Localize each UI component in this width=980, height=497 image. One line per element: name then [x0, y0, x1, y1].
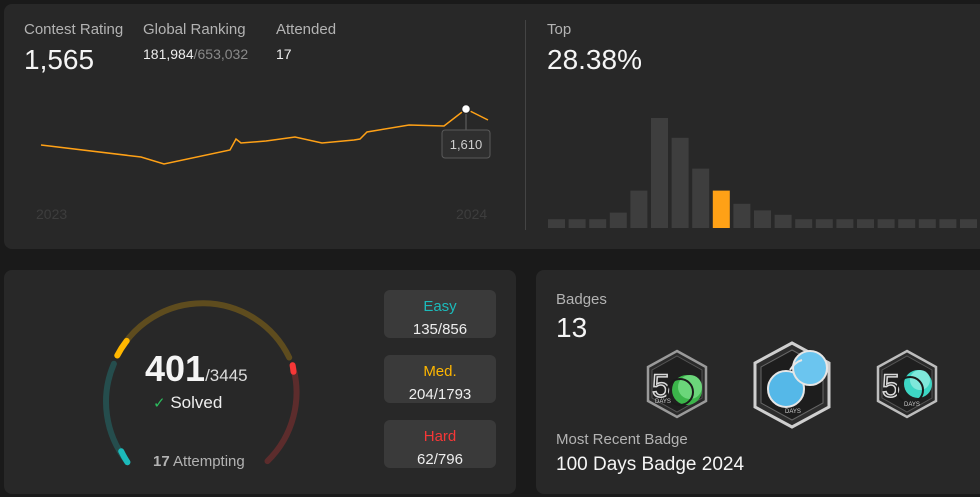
- attempting-count: 17: [153, 453, 170, 470]
- easy-label: Easy: [423, 298, 457, 315]
- rating-line: [40, 108, 489, 165]
- histogram-bar[interactable]: [918, 219, 936, 228]
- rating-line-chart[interactable]: 1,610 2023 2024: [4, 4, 524, 244]
- rating-point-highlight: [460, 103, 472, 115]
- card-divider: [525, 20, 526, 230]
- badges-card: Badges 13 5 DAYS DAYS 5 DAYS Most Recent…: [536, 270, 980, 494]
- contest-rating-card: Contest Rating 1,565 Global Ranking 181,…: [4, 4, 980, 249]
- badges-count: 13: [556, 312, 588, 343]
- tooltip-text: 1,610: [450, 137, 483, 152]
- top-percent-value: 28.38%: [547, 44, 642, 75]
- histogram-bar[interactable]: [836, 219, 854, 228]
- solved-count-group: 401/3445: [145, 348, 248, 390]
- attempting-group: 17 Attempting: [153, 453, 245, 470]
- histogram-bar[interactable]: [651, 118, 668, 228]
- recent-badge-label: Most Recent Badge: [556, 431, 688, 448]
- histogram-bar[interactable]: [609, 212, 627, 228]
- solved-total: /3445: [205, 366, 248, 385]
- histogram-bar[interactable]: [857, 219, 874, 228]
- badges-label: Badges: [556, 291, 607, 308]
- histogram-bar[interactable]: [939, 219, 957, 228]
- easy-fill: [118, 448, 131, 466]
- medium-value: 204/1793: [408, 386, 472, 403]
- recent-badge-name: 100 Days Badge 2024: [556, 454, 745, 475]
- histogram-bar[interactable]: [671, 137, 689, 228]
- badge-3-text: DAYS: [904, 402, 920, 408]
- fifty-days-blue-badge-icon[interactable]: 5 DAYS: [872, 348, 942, 420]
- histogram-bar[interactable]: [548, 219, 565, 228]
- histogram-bar[interactable]: [568, 219, 586, 228]
- hard-label: Hard: [423, 428, 457, 445]
- histogram-bar[interactable]: [589, 219, 607, 228]
- histogram-bar[interactable]: [898, 219, 916, 228]
- histogram-bar[interactable]: [774, 214, 792, 228]
- fifty-days-badge-icon[interactable]: 5 DAYS: [642, 348, 712, 420]
- solved-label-group: ✓ Solved: [153, 393, 222, 413]
- histogram-bar[interactable]: [733, 203, 751, 228]
- year-end-label: 2024: [456, 206, 487, 222]
- easy-value: 135/856: [412, 321, 468, 338]
- easy-stat-chip[interactable]: Easy 135/856: [384, 290, 496, 338]
- badge-2-text: DAYS: [785, 409, 801, 415]
- hard-track: [264, 362, 300, 465]
- year-start-label: 2023: [36, 206, 67, 222]
- attempting-label: Attempting: [173, 453, 245, 470]
- solved-label: Solved: [170, 393, 223, 412]
- easy-track: [103, 360, 131, 466]
- medium-stat-chip[interactable]: Med. 204/1793: [384, 355, 496, 403]
- histogram-bar[interactable]: [877, 219, 895, 228]
- badge-1-text: DAYS: [655, 399, 671, 405]
- histogram-bar[interactable]: [692, 168, 710, 228]
- histogram-bar[interactable]: [815, 219, 833, 228]
- hard-fill: [289, 362, 297, 375]
- histogram-bar-current[interactable]: [712, 190, 730, 228]
- medium-label: Med.: [423, 363, 457, 380]
- hundred-days-badge-icon[interactable]: DAYS: [750, 340, 834, 430]
- hard-stat-chip[interactable]: Hard 62/796: [384, 420, 496, 468]
- histogram-bar[interactable]: [630, 190, 648, 228]
- check-icon: ✓: [153, 395, 166, 412]
- medium-fill: [114, 337, 130, 359]
- solved-count: 401: [145, 348, 206, 389]
- histogram-bar[interactable]: [754, 210, 771, 228]
- solved-problems-card: 401/3445 ✓ Solved 17 Attempting Easy 135…: [4, 270, 516, 494]
- histogram-bar[interactable]: [960, 219, 977, 228]
- hard-value: 62/796: [417, 451, 463, 468]
- rating-distribution-histogram[interactable]: [548, 104, 980, 229]
- histogram-bar[interactable]: [795, 219, 813, 228]
- top-percent-label: Top: [547, 21, 572, 38]
